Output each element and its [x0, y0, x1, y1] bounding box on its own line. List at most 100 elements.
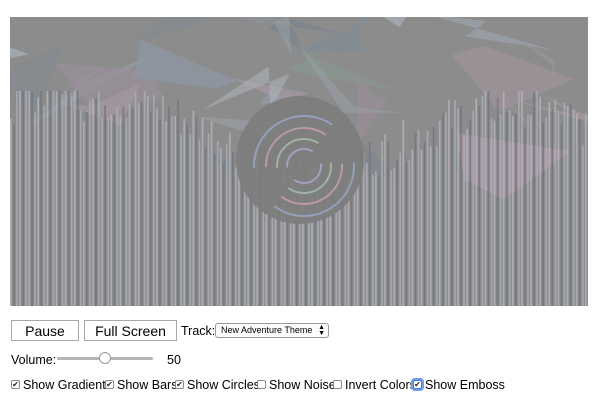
checkbox-box[interactable]: ✔: [413, 380, 422, 389]
frequency-bar: [49, 91, 52, 306]
frequency-bar: [116, 106, 119, 306]
frequency-bar: [423, 142, 426, 306]
frequency-bar: [195, 116, 198, 306]
frequency-bar: [426, 130, 429, 306]
frequency-bar: [581, 145, 584, 306]
frequency-bar: [451, 127, 453, 306]
frequency-bar: [61, 94, 64, 306]
frequency-bar: [381, 141, 383, 306]
frequency-bar: [52, 91, 55, 306]
frequency-bar: [189, 134, 192, 306]
frequency-bar: [204, 147, 207, 306]
frequency-bar: [496, 97, 499, 306]
frequency-bar: [429, 146, 432, 306]
frequency-bar: [22, 91, 24, 306]
frequency-bar: [198, 139, 201, 306]
frequency-bar: [484, 91, 487, 306]
frequency-bar: [378, 175, 380, 306]
fullscreen-button[interactable]: Full Screen: [84, 320, 177, 341]
frequency-bar: [508, 109, 511, 306]
frequency-bar: [539, 96, 541, 306]
frequency-bar: [518, 91, 520, 306]
frequency-bar: [162, 96, 164, 306]
frequency-bar: [438, 121, 441, 306]
frequency-bar: [454, 99, 456, 306]
frequency-bar: [469, 119, 472, 306]
frequency-bar: [533, 92, 535, 306]
frequency-bar: [40, 91, 43, 306]
frequency-bar: [466, 129, 468, 306]
frequency-bar: [457, 108, 459, 306]
frequency-bar: [527, 114, 529, 306]
frequency-bar: [37, 97, 40, 306]
frequency-bar: [70, 97, 73, 306]
frequency-bar: [16, 91, 18, 306]
frequency-bar: [43, 105, 46, 306]
frequency-bar: [146, 96, 149, 306]
frequency-bar: [137, 103, 140, 306]
frequency-bar: [372, 174, 374, 306]
checkbox-box[interactable]: ✔: [11, 380, 20, 389]
track-select[interactable]: New Adventure Theme ▲ ▼: [215, 323, 329, 338]
frequency-bar: [171, 115, 173, 306]
frequency-bar: [569, 104, 572, 306]
checkbox-box[interactable]: ✔: [175, 380, 184, 389]
frequency-bar: [64, 91, 67, 306]
frequency-bar: [168, 106, 170, 306]
pause-button[interactable]: Pause: [11, 320, 79, 341]
frequency-bar: [19, 91, 21, 306]
frequency-bar: [156, 108, 158, 306]
frequency-bar: [13, 124, 15, 306]
checkbox-box[interactable]: ✔: [105, 380, 114, 389]
frequency-bar: [98, 91, 100, 306]
frequency-bar: [177, 99, 179, 306]
frequency-bar: [201, 117, 204, 306]
volume-slider[interactable]: [57, 351, 153, 365]
checkbox-label: Show Emboss: [425, 378, 505, 392]
frequency-bar: [432, 127, 435, 306]
frequency-bar: [95, 98, 97, 306]
frequency-bar: [542, 122, 545, 306]
circle-visual: [236, 96, 364, 224]
frequency-bar: [140, 101, 143, 306]
frequency-bar: [362, 153, 365, 306]
frequency-bar: [216, 140, 219, 306]
frequency-bar: [110, 114, 113, 306]
checkbox-label: Show Circles: [187, 378, 260, 392]
frequency-bar: [229, 132, 231, 306]
frequency-bar: [222, 162, 225, 306]
frequency-bar: [502, 91, 505, 306]
frequency-bar: [180, 134, 183, 306]
checkbox-box[interactable]: [257, 380, 266, 389]
frequency-bar: [584, 113, 587, 306]
frequency-bar: [25, 91, 27, 306]
frequency-bar: [125, 117, 128, 306]
frequency-bar: [210, 121, 213, 306]
frequency-bar: [396, 159, 399, 306]
frequency-bar: [481, 96, 484, 306]
frequency-bar: [405, 162, 408, 306]
frequency-bar: [490, 118, 493, 306]
frequency-bar: [554, 98, 557, 306]
frequency-bar: [186, 123, 189, 306]
frequency-bar: [122, 106, 125, 306]
frequency-bar: [219, 147, 222, 306]
frequency-bar: [10, 118, 12, 306]
frequency-bar: [86, 112, 88, 306]
volume-slider-thumb[interactable]: [99, 352, 111, 364]
frequency-bar: [472, 110, 475, 306]
select-arrows-icon: ▲ ▼: [318, 324, 325, 337]
frequency-bar: [460, 105, 462, 306]
frequency-bar: [113, 114, 116, 306]
frequency-bar: [390, 170, 392, 306]
frequency-bar: [435, 146, 438, 306]
frequency-bar: [478, 105, 481, 306]
frequency-bar: [28, 91, 30, 306]
frequency-bar: [67, 91, 70, 306]
frequency-bar: [399, 152, 402, 306]
frequency-bar: [393, 168, 395, 306]
checkbox-box[interactable]: [333, 380, 342, 389]
frequency-bar: [76, 91, 79, 306]
frequency-bar: [505, 112, 508, 306]
frequency-bar: [92, 98, 94, 306]
